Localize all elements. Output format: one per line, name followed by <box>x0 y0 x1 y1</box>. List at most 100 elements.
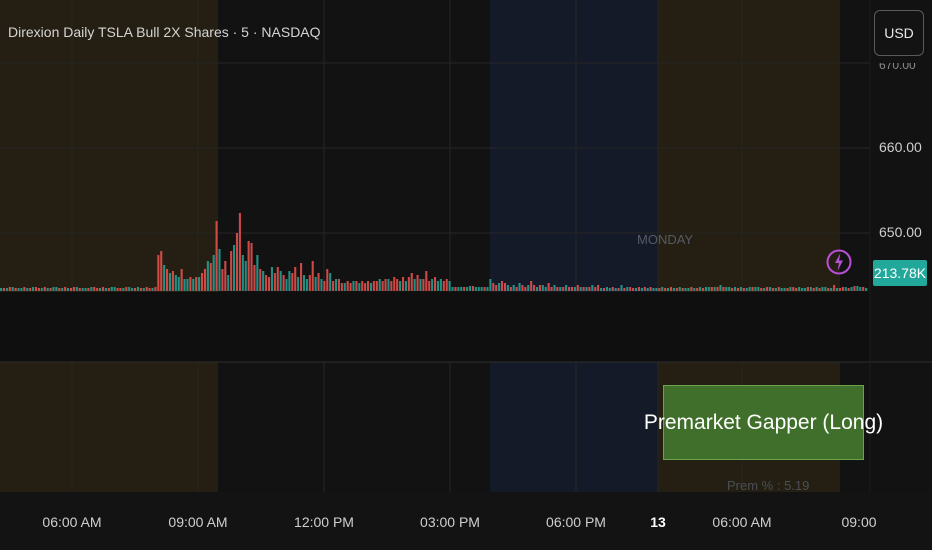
volume-bar <box>588 287 591 291</box>
volume-bar <box>760 288 763 291</box>
volume-bar <box>253 265 256 291</box>
volume-bar <box>818 288 821 291</box>
symbol-title[interactable]: Direxion Daily TSLA Bull 2X Shares · 5 ·… <box>8 24 321 40</box>
volume-bar <box>751 287 754 291</box>
time-tick-0600pm: 06:00 PM <box>546 514 606 530</box>
volume-bar <box>55 287 58 291</box>
volume-bar <box>157 255 160 291</box>
volume-bar <box>355 281 358 291</box>
volume-bar <box>652 288 655 291</box>
volume-bar <box>544 287 547 291</box>
volume-bar <box>806 287 809 291</box>
volume-bar <box>375 281 378 291</box>
lightning-bolt-icon[interactable] <box>826 245 852 279</box>
time-tick-0300pm: 03:00 PM <box>420 514 480 530</box>
price-label-partial: 670.00 <box>879 63 916 72</box>
volume-bar <box>483 287 486 291</box>
volume-bar <box>276 267 279 291</box>
volume-bar <box>468 286 472 291</box>
volume-bar <box>93 287 96 291</box>
volume-bar <box>713 287 716 291</box>
premarket-percent-text: Prem % : 5.19 <box>727 478 810 492</box>
volume-bar <box>570 287 573 291</box>
volume-bar <box>166 269 169 291</box>
volume-bar <box>739 287 742 291</box>
chart-canvas[interactable] <box>0 0 932 550</box>
volume-bar <box>302 275 306 291</box>
volume-bar <box>192 279 195 291</box>
volume-bar <box>803 288 807 291</box>
volume-bar <box>626 287 629 291</box>
volume-bar <box>530 281 533 291</box>
volume-bar <box>40 288 43 291</box>
volume-bar <box>393 277 396 291</box>
volume-bar <box>725 287 728 291</box>
volume-bar <box>567 287 571 291</box>
volume-bar <box>856 286 859 291</box>
volume-bar <box>401 277 405 291</box>
volume-bar <box>308 275 311 291</box>
volume-bar <box>329 273 332 291</box>
volume-bar <box>367 281 370 291</box>
volume-bar <box>681 288 684 291</box>
volume-bar <box>524 287 527 291</box>
volume-bar <box>672 288 675 291</box>
volume-bar <box>602 288 606 291</box>
volume-bar <box>436 281 440 291</box>
volume-bar <box>608 288 611 291</box>
volume-bar <box>699 287 702 291</box>
volume-bar <box>454 287 457 291</box>
volume-bar <box>326 269 329 291</box>
volume-bar <box>605 287 608 291</box>
volume-bar <box>500 281 504 291</box>
volume-bar <box>180 269 183 291</box>
volume-bar <box>498 283 501 291</box>
volume-bar <box>664 288 667 291</box>
volume-bar <box>640 288 643 291</box>
volume-bar <box>113 287 116 291</box>
volume-bar <box>305 279 308 291</box>
volume-bar <box>623 288 626 291</box>
volume-bar <box>267 277 271 291</box>
time-tick-1200pm: 12:00 PM <box>294 514 354 530</box>
volume-bar <box>78 288 81 291</box>
volume-bar <box>515 287 518 291</box>
volume-bar <box>562 287 565 291</box>
volume-bar <box>768 287 772 291</box>
volume-bar <box>183 279 186 291</box>
volume-bar <box>17 288 20 291</box>
volume-bar <box>0 288 3 291</box>
currency-button[interactable]: USD <box>874 10 924 56</box>
current-volume-badge: 213.78K <box>873 260 927 286</box>
volume-bar <box>334 279 338 291</box>
volume-bar <box>384 279 387 291</box>
volume-bar <box>614 288 617 291</box>
volume-bar <box>32 287 35 291</box>
volume-bar <box>235 233 239 291</box>
volume-bar <box>489 279 492 291</box>
volume-bar <box>349 283 352 291</box>
volume-bar <box>364 283 367 291</box>
volume-bar <box>221 269 224 291</box>
volume-bar <box>783 288 786 291</box>
volume-bar <box>99 288 102 291</box>
volume-bar <box>8 287 11 291</box>
volume-bar <box>859 287 862 291</box>
volume-bar <box>815 287 818 291</box>
volume-bar <box>247 241 250 291</box>
volume-bar <box>786 288 789 291</box>
volume-bar <box>643 287 646 291</box>
volume-bar <box>244 261 247 291</box>
volume-bar <box>780 288 783 291</box>
strategy-label-box[interactable]: Premarket Gapper (Long) <box>644 385 883 460</box>
volume-bar <box>399 281 402 291</box>
volume-bar <box>774 288 777 291</box>
volume-bar <box>771 288 774 291</box>
volume-bar <box>419 279 422 291</box>
volume-bar <box>279 271 282 291</box>
volume-bar <box>576 285 579 291</box>
volume-bar <box>195 277 198 291</box>
volume-bar <box>168 273 172 291</box>
volume-bar <box>684 288 687 291</box>
volume-bar <box>821 287 824 291</box>
